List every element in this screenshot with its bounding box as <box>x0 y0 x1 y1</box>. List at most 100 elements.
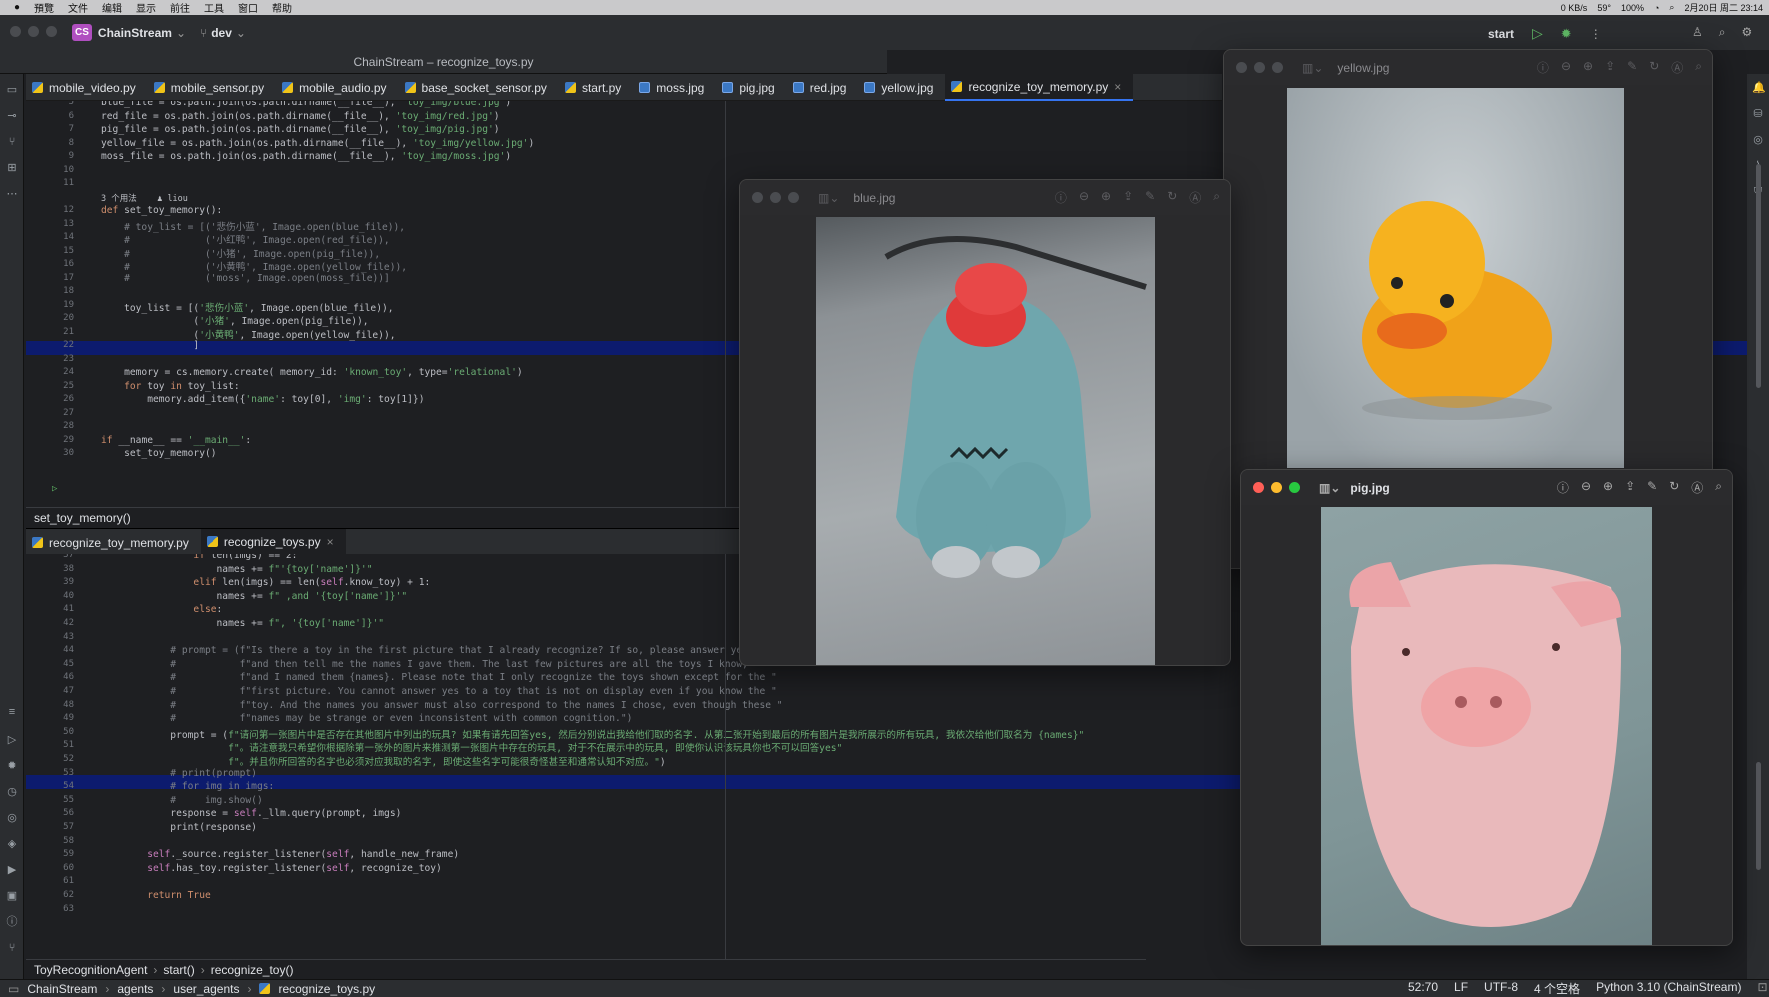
menu-item[interactable]: 文件 <box>68 0 88 15</box>
structure-icon[interactable]: ⊞ <box>6 162 18 174</box>
scrollbar-thumb[interactable] <box>1756 762 1761 870</box>
search-icon[interactable]: ⌕ <box>1715 479 1722 496</box>
chevron-down-icon[interactable]: ⌄ <box>176 26 186 40</box>
preview-window-blue[interactable]: ▥⌄ blue.jpg ⓘ ⊖ ⊕ ⇪ ✎ ↻ Ⓐ ⌕ <box>739 179 1231 666</box>
tab-yellow-jpg[interactable]: yellow.jpg <box>858 74 945 101</box>
tab-recognize-toy-memory[interactable]: recognize_toy_memory.py <box>26 529 201 556</box>
add-user-icon[interactable]: ♙ <box>1692 25 1703 40</box>
info-icon[interactable]: ⓘ <box>1557 479 1569 496</box>
tab-recognize-toys[interactable]: recognize_toys.py × <box>200 529 346 556</box>
code-line[interactable]: # img.show() <box>101 795 262 806</box>
share-icon[interactable]: ⇪ <box>1625 479 1635 496</box>
code-line[interactable]: self.has_toy.register_listener(self, rec… <box>101 863 442 874</box>
sidebar-icon[interactable]: ▥⌄ <box>1319 481 1340 495</box>
share-icon[interactable]: ⇪ <box>1605 59 1615 76</box>
project-name[interactable]: ChainStream <box>98 26 172 40</box>
services-icon[interactable]: ◎ <box>6 812 18 824</box>
wifi-icon[interactable]: ◔ <box>1654 3 1659 13</box>
code-line[interactable]: moss_file = os.path.join(os.path.dirname… <box>101 151 511 162</box>
project-badge[interactable]: CS <box>72 24 92 41</box>
code-line[interactable]: response = self._llm.query(prompt, imgs) <box>101 808 401 819</box>
problems-icon[interactable]: ⓘ <box>6 916 18 928</box>
layers-icon[interactable]: ◈ <box>6 838 18 850</box>
more-icon[interactable]: ⋮ <box>1590 27 1602 41</box>
file-encoding[interactable]: UTF-8 <box>1484 980 1518 997</box>
debug-icon[interactable]: ✹ <box>6 760 18 772</box>
tab-red-jpg[interactable]: red.jpg <box>787 74 859 101</box>
code-line[interactable]: else: <box>101 604 222 615</box>
code-line[interactable]: toy_list = [('悲伤小蓝', Image.open(blue_fil… <box>101 300 393 314</box>
code-line[interactable]: # toy_list = [('悲伤小蓝', Image.open(blue_f… <box>101 219 405 233</box>
close-icon[interactable]: × <box>1114 80 1121 94</box>
code-line[interactable]: yellow_file = os.path.join(os.path.dirna… <box>101 138 534 149</box>
rotate-icon[interactable]: ↻ <box>1649 59 1659 76</box>
search-icon[interactable]: ⌕ <box>1669 2 1674 13</box>
preview-titlebar[interactable]: ▥⌄ blue.jpg ⓘ ⊖ ⊕ ⇪ ✎ ↻ Ⓐ ⌕ <box>740 180 1230 215</box>
code-line[interactable]: memory = cs.memory.create( memory_id: 'k… <box>101 367 523 378</box>
zoom-in-icon[interactable]: ⊕ <box>1603 479 1613 496</box>
tab-moss-jpg[interactable]: moss.jpg <box>633 74 716 101</box>
code-line[interactable]: names += f" ,and '{toy['name']}'" <box>101 591 408 602</box>
menu-item[interactable]: 前往 <box>170 0 190 15</box>
debug-icon[interactable]: ✹ <box>1561 26 1572 42</box>
code-line[interactable]: blue_file = os.path.join(os.path.dirname… <box>101 101 511 108</box>
lock-icon[interactable]: ⊡ <box>1757 980 1767 997</box>
breadcrumb-item[interactable]: ToyRecognitionAgent <box>34 963 147 977</box>
code-line[interactable]: # print(prompt) <box>101 768 257 779</box>
code-line[interactable]: for toy in toy_list: <box>101 381 240 392</box>
preview-titlebar[interactable]: ▥⌄ pig.jpg ⓘ ⊖ ⊕ ⇪ ✎ ↻ Ⓐ ⌕ <box>1241 470 1732 505</box>
code-line[interactable]: prompt = (f"请问第一张图片中是否存在其他图片中列出的玩具? 如果有请… <box>101 727 1084 741</box>
code-line[interactable]: memory.add_item({'name': toy[0], 'img': … <box>101 394 424 405</box>
sidebar-icon[interactable]: ▥⌄ <box>1302 61 1323 75</box>
menu-item[interactable]: 工具 <box>204 0 224 15</box>
ai-assistant-icon[interactable]: ◎ <box>1752 134 1764 146</box>
line-separator[interactable]: LF <box>1454 980 1468 997</box>
tab-recognize-toy-memory[interactable]: recognize_toy_memory.py × <box>945 74 1134 101</box>
code-line[interactable]: return True <box>101 890 211 901</box>
annotate-icon[interactable]: Ⓐ <box>1189 189 1201 206</box>
code-line[interactable]: # f"first picture. You cannot answer yes… <box>101 686 777 697</box>
code-line[interactable]: # f"toy. And the names you answer must a… <box>101 700 782 711</box>
menu-item[interactable]: 帮助 <box>272 0 292 15</box>
run-icon[interactable]: ▷ <box>1532 25 1543 42</box>
tab-pig-jpg[interactable]: pig.jpg <box>716 74 786 101</box>
window-controls[interactable] <box>1253 482 1307 493</box>
tab-start[interactable]: start.py <box>559 74 633 101</box>
info-icon[interactable]: ⓘ <box>1537 59 1549 76</box>
zoom-in-icon[interactable]: ⊕ <box>1583 59 1593 76</box>
breadcrumb-item[interactable]: set_toy_memory() <box>34 511 131 525</box>
python-interpreter[interactable]: Python 3.10 (ChainStream) <box>1596 980 1741 997</box>
run-config[interactable]: start <box>1488 27 1514 41</box>
code-line[interactable]: set_toy_memory() <box>101 448 216 459</box>
apple-icon[interactable]: ● <box>14 2 20 13</box>
annotate-icon[interactable]: Ⓐ <box>1691 479 1703 496</box>
code-line[interactable]: pig_file = os.path.join(os.path.dirname(… <box>101 124 500 135</box>
code-line[interactable]: if len(imgs) == 2: <box>101 554 297 561</box>
code-line[interactable]: print(response) <box>101 822 257 833</box>
annotate-icon[interactable]: Ⓐ <box>1671 59 1683 76</box>
code-line[interactable]: # ('小黄鸭', Image.open(yellow_file)), <box>101 259 407 273</box>
settings-icon[interactable]: ⚙ <box>1742 25 1753 40</box>
code-line[interactable]: # ('moss', Image.open(moss_file))] <box>101 273 390 284</box>
window-controls[interactable] <box>1236 62 1290 73</box>
rotate-icon[interactable]: ↻ <box>1669 479 1679 496</box>
code-line[interactable]: # prompt = (f"Is there a toy in the firs… <box>101 645 800 656</box>
code-line[interactable]: f"。并且你所回答的名字也必须对应我取的名字, 即使这些名字可能很奇怪甚至和通常… <box>101 754 666 768</box>
search-icon[interactable]: ⌕ <box>1213 189 1220 206</box>
tab-mobile-video[interactable]: mobile_video.py <box>26 74 148 101</box>
datetime[interactable]: 2月20日 周二 23:14 <box>1684 1 1763 14</box>
markup-icon[interactable]: ✎ <box>1627 59 1637 76</box>
indent-setting[interactable]: 4 个空格 <box>1534 980 1580 997</box>
status-path-item[interactable]: ChainStream <box>27 982 97 996</box>
chevron-down-icon[interactable]: ⌄ <box>236 26 246 40</box>
code-line[interactable]: # f"and I named them {names}. Please not… <box>101 672 777 683</box>
code-line[interactable]: def set_toy_memory(): <box>101 205 222 216</box>
code-line[interactable]: # for img in imgs: <box>101 781 274 792</box>
commit-icon[interactable]: ⊸ <box>6 110 18 122</box>
code-line[interactable]: elif len(imgs) == len(self.know_toy) + 1… <box>101 577 430 588</box>
code-line[interactable]: if __name__ == '__main__': <box>101 435 251 446</box>
run-gutter-icon[interactable]: ▷ <box>52 484 57 494</box>
zoom-in-icon[interactable]: ⊕ <box>1101 189 1111 206</box>
preview-titlebar[interactable]: ▥⌄ yellow.jpg ⓘ ⊖ ⊕ ⇪ ✎ ↻ Ⓐ ⌕ <box>1224 50 1712 85</box>
breadcrumb-item[interactable]: start() <box>163 963 194 977</box>
